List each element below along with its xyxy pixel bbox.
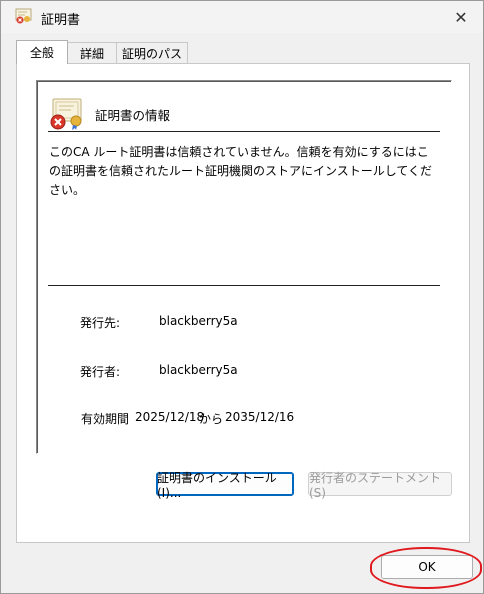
install-certificate-button[interactable]: 証明書のインストール(I)... xyxy=(156,471,294,500)
ok-button[interactable]: OK xyxy=(381,555,473,579)
certificate-icon xyxy=(15,8,33,25)
issued-to-value: blackberry5a xyxy=(159,314,238,328)
close-button[interactable]: ✕ xyxy=(439,1,483,33)
general-tab-panel: 証明書の情報 このCA ルート証明書は信頼されていません。信頼を有効にするにはこ… xyxy=(16,63,470,543)
close-icon: ✕ xyxy=(454,7,468,27)
issued-by-value: blackberry5a xyxy=(159,363,238,377)
validity-from-word: から xyxy=(199,412,224,426)
title-bar: 証明書 ✕ xyxy=(1,1,483,33)
tab-certification-path[interactable]: 証明のパス xyxy=(116,42,188,63)
details-divider xyxy=(48,285,440,286)
certificate-info-box: 証明書の情報 このCA ルート証明書は信頼されていません。信頼を有効にするにはこ… xyxy=(36,80,452,454)
issued-by-label: 発行者: xyxy=(80,365,121,379)
issued-to-label: 発行先: xyxy=(80,316,121,330)
certificate-dialog: 証明書 ✕ 全般 詳細 証明のパス 証明書の情報 このCA ルート証明書は信頼さ… xyxy=(0,0,484,594)
valid-to-date: 2035/12/16 xyxy=(225,410,295,424)
trust-warning-message: このCA ルート証明書は信頼されていません。信頼を有効にするにはこの証明書を信頼… xyxy=(49,145,433,197)
tab-general[interactable]: 全般 xyxy=(16,40,68,64)
issuer-statement-button[interactable]: 発行者のステートメント(S) xyxy=(308,471,452,500)
info-heading: 証明書の情報 xyxy=(95,108,171,123)
validity-label: 有効期間 xyxy=(81,412,130,426)
valid-from-date: 2025/12/18 xyxy=(135,410,205,424)
window-title: 証明書 xyxy=(41,13,81,28)
untrusted-certificate-icon xyxy=(49,97,83,131)
heading-divider xyxy=(48,131,440,132)
tab-details[interactable]: 詳細 xyxy=(66,42,118,63)
